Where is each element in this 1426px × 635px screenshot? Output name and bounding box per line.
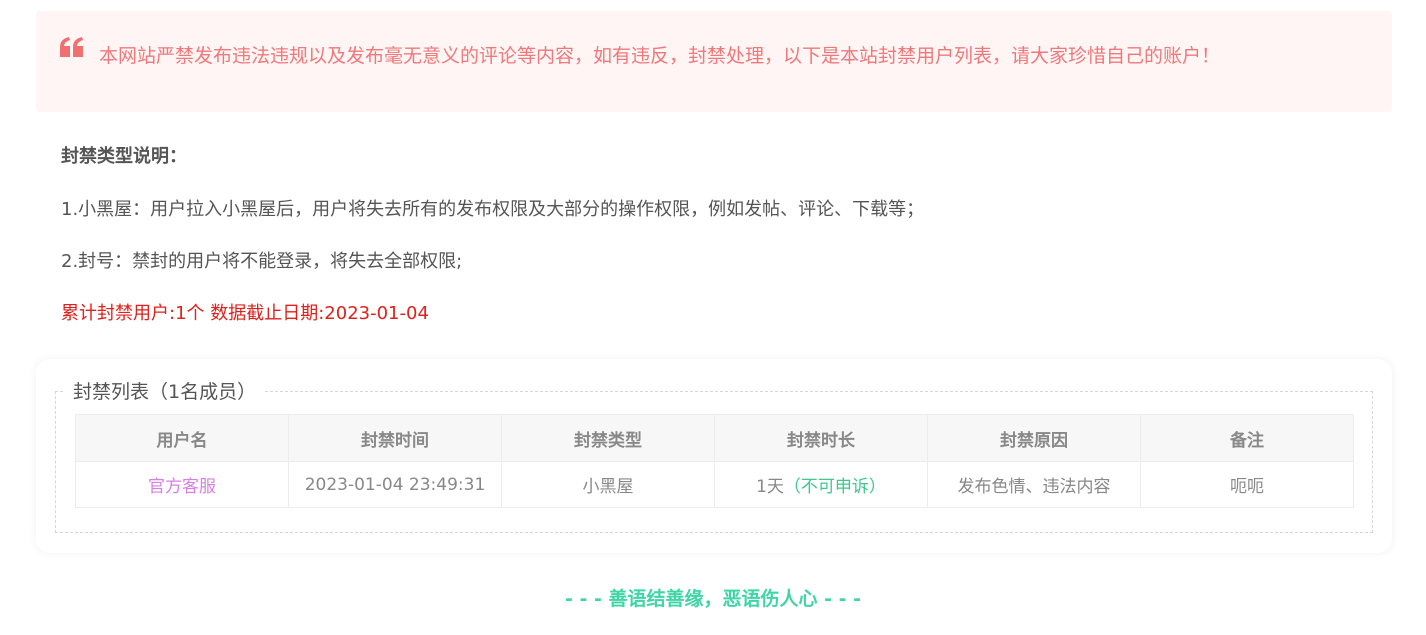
reason-cell: 发布色情、违法内容 (927, 461, 1141, 508)
ban-list-legend: 封禁列表（1名成员） (64, 379, 266, 405)
ban-type-account: 2.封号：禁封的用户将不能登录，将失去全部权限; (61, 251, 463, 272)
remark-cell: 呃呃 (1140, 461, 1354, 508)
column-header-remark: 备注 (1140, 414, 1354, 462)
ban-type-blackroom: 1.小黑屋：用户拉入小黑屋后，用户将失去所有的发布权限及大部分的操作权限，例如发… (61, 199, 925, 220)
table-header-row: 用户名 封禁时间 封禁类型 封禁时长 封禁原因 备注 (75, 414, 1354, 462)
table-row: 官方客服 2023-01-04 23:49:31 小黑屋 1天（不可申诉） 发布… (75, 461, 1354, 508)
ban-table: 用户名 封禁时间 封禁类型 封禁时长 封禁原因 备注 官方客服 2023-01-… (75, 414, 1354, 508)
column-header-reason: 封禁原因 (927, 414, 1141, 462)
column-header-ban-type: 封禁类型 (501, 414, 715, 462)
quote-icon (60, 37, 83, 57)
footer-slogan: - - - 善语结善缘，恶语伤人心 - - - (564, 588, 861, 610)
duration-value: 1天 (756, 477, 784, 497)
username-link[interactable]: 官方客服 (75, 461, 289, 508)
notice-banner: 本网站严禁发布违法违规以及发布毫无意义的评论等内容，如有违反，封禁处理，以下是本… (36, 11, 1392, 112)
ban-type-title: 封禁类型说明： (61, 146, 187, 167)
ban-time-cell: 2023-01-04 23:49:31 (288, 461, 502, 508)
ban-type-cell: 小黑屋 (501, 461, 715, 508)
notice-text: 本网站严禁发布违法违规以及发布毫无意义的评论等内容，如有违反，封禁处理，以下是本… (99, 45, 1221, 67)
duration-cell: 1天（不可申诉） (714, 461, 928, 508)
column-header-username: 用户名 (75, 414, 289, 462)
page: 本网站严禁发布违法违规以及发布毫无意义的评论等内容，如有违反，封禁处理，以下是本… (0, 0, 1426, 635)
appeal-status: （不可申诉） (783, 477, 886, 497)
column-header-duration: 封禁时长 (714, 414, 928, 462)
ban-stats: 累计封禁用户:1个 数据截止日期:2023-01-04 (61, 303, 429, 324)
column-header-ban-time: 封禁时间 (288, 414, 502, 462)
